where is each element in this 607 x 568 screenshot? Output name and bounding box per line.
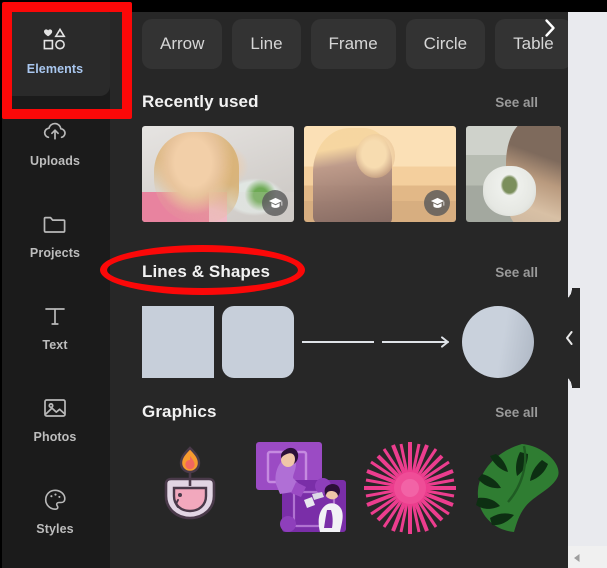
graphic-people-toasting[interactable] — [252, 440, 348, 536]
section-header-lines-and-shapes: Lines & Shapes See all — [142, 262, 538, 286]
starburst-icon — [364, 442, 456, 534]
recent-photo-thumbnail[interactable] — [466, 126, 561, 222]
candle-icon — [164, 446, 216, 520]
monstera-leaf-icon — [476, 444, 559, 532]
sidebar-item-projects[interactable]: Projects — [0, 188, 110, 280]
shape-line[interactable] — [302, 306, 374, 378]
section-header-recently-used: Recently used See all — [142, 92, 538, 116]
sidebar-item-label: Elements — [26, 61, 84, 76]
recent-photo-thumbnail[interactable] — [142, 126, 294, 222]
graphics-row — [142, 440, 568, 536]
shape-arrow[interactable] — [382, 306, 454, 378]
window-left-edge — [0, 0, 2, 568]
graduation-cap-icon — [262, 190, 288, 216]
lines-and-shapes-row — [142, 306, 534, 378]
window-top-edge — [0, 0, 607, 12]
scroll-left-arrow[interactable] — [570, 551, 584, 565]
recently-used-row — [142, 126, 561, 222]
chevron-left-icon — [565, 331, 573, 345]
sidebar-item-uploads[interactable]: Uploads — [0, 96, 110, 188]
graphic-candle[interactable] — [142, 440, 238, 536]
panel-collapse-handle[interactable] — [558, 288, 580, 388]
triangle-left-icon — [574, 554, 580, 562]
graphic-monstera-leaf[interactable] — [472, 440, 568, 536]
sidebar-item-label: Styles — [36, 521, 74, 536]
palette-icon — [40, 485, 70, 515]
upload-cloud-icon — [40, 117, 70, 147]
arrow-icon — [382, 336, 449, 348]
section-title-lines-and-shapes: Lines & Shapes — [142, 262, 270, 281]
category-chip-row[interactable]: Arrow Line Frame Circle Table — [110, 18, 568, 70]
shape-circle[interactable] — [462, 306, 534, 378]
left-sidebar: Elements Uploads Projects Text Photos St… — [0, 0, 110, 568]
graduation-cap-icon — [424, 190, 450, 216]
photo-icon — [40, 393, 70, 423]
sidebar-item-elements[interactable]: Elements — [0, 4, 110, 96]
sidebar-item-label: Projects — [29, 245, 81, 260]
sidebar-item-label: Text — [42, 337, 68, 352]
line-icon — [302, 341, 374, 343]
elements-panel: Arrow Line Frame Circle Table Recently u… — [110, 0, 568, 568]
graphic-starburst[interactable] — [362, 440, 458, 536]
section-title-recently-used: Recently used — [142, 92, 259, 111]
section-header-graphics: Graphics See all — [142, 402, 538, 426]
chip-arrow[interactable]: Arrow — [142, 19, 223, 69]
shape-square[interactable] — [142, 306, 214, 378]
recent-photo-thumbnail[interactable] — [304, 126, 456, 222]
shape-rounded-square[interactable] — [222, 306, 294, 378]
shapes-icon — [40, 25, 70, 55]
design-canvas-area[interactable] — [568, 12, 607, 546]
sidebar-item-styles[interactable]: Styles — [0, 464, 110, 556]
sidebar-item-label: Photos — [33, 429, 77, 444]
sidebar-item-photos[interactable]: Photos — [0, 372, 110, 464]
see-all-lines-and-shapes[interactable]: See all — [495, 265, 538, 280]
sidebar-item-label: Uploads — [29, 153, 80, 168]
chip-line[interactable]: Line — [232, 19, 301, 69]
app-root: Elements Uploads Projects Text Photos St… — [0, 0, 607, 568]
chips-next-arrow[interactable] — [536, 14, 564, 42]
section-title-graphics: Graphics — [142, 402, 217, 421]
people-toasting-icon — [256, 442, 346, 532]
chip-circle[interactable]: Circle — [405, 19, 486, 69]
chip-frame[interactable]: Frame — [310, 19, 396, 69]
see-all-graphics[interactable]: See all — [495, 405, 538, 420]
see-all-recently-used[interactable]: See all — [495, 95, 538, 110]
text-t-icon — [40, 301, 70, 331]
sidebar-item-text[interactable]: Text — [0, 280, 110, 372]
folder-icon — [40, 209, 70, 239]
